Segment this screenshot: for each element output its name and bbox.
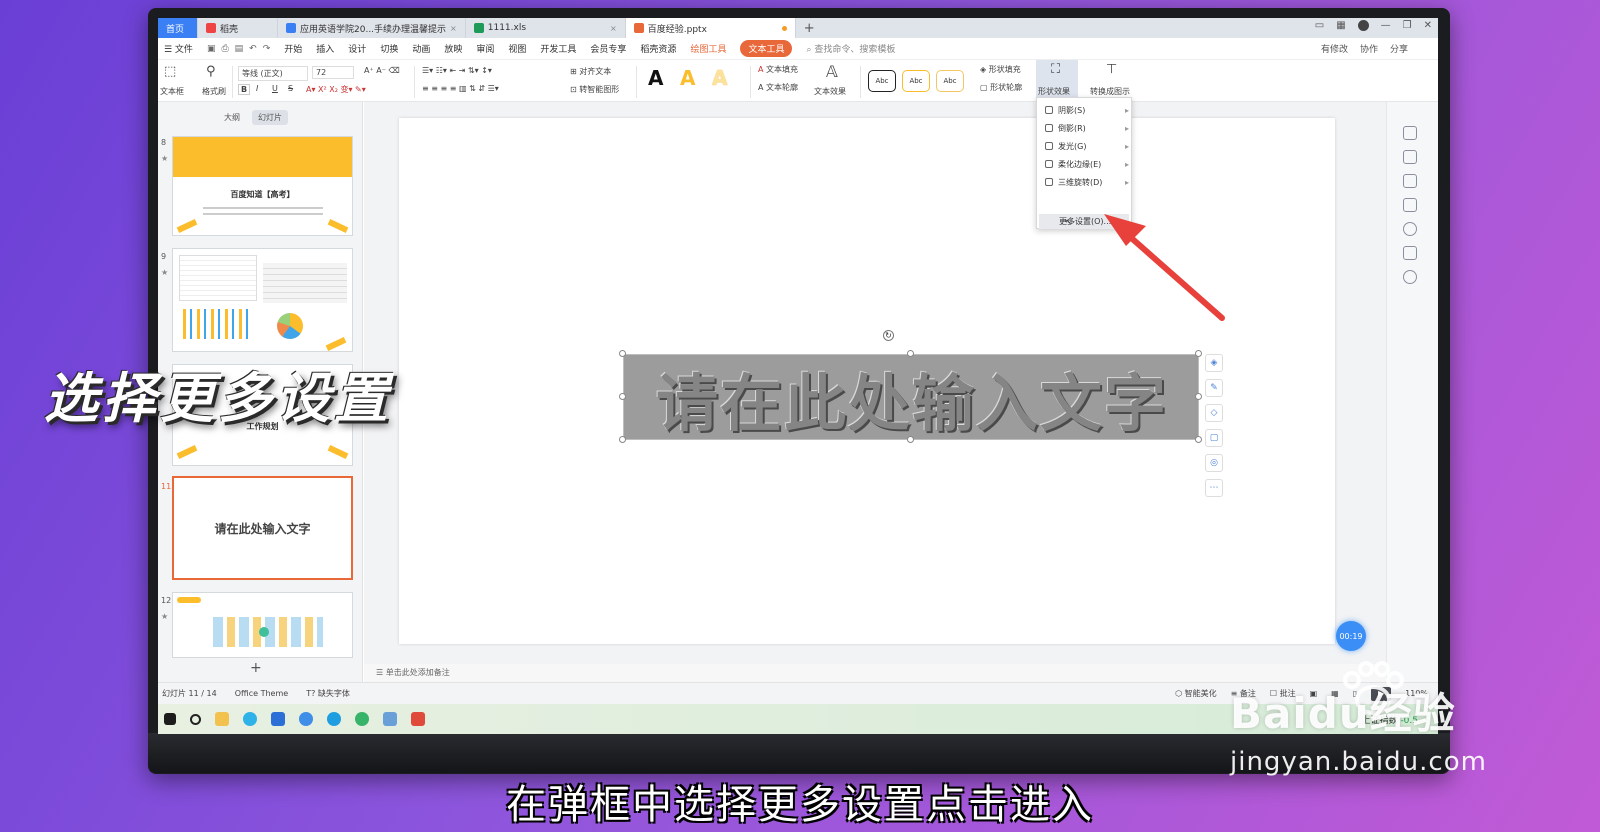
arrow-head [1104,214,1146,246]
overlay-step-title: 选择更多设置 [44,367,392,430]
arrow-shaft [1117,225,1225,321]
video-subtitle: 在弹框中选择更多设置点击进入 [506,782,1094,828]
baidu-watermark: Baidu经验 jingyan.baidu.com [1230,680,1487,777]
watermark-brand: Baidu经验 [1230,689,1456,738]
